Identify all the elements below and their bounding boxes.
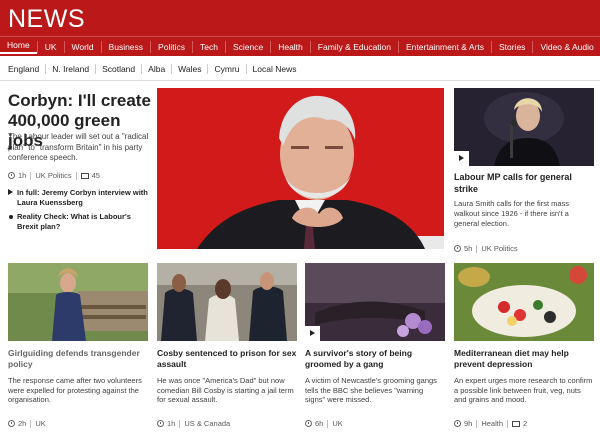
- region-scotland[interactable]: Scotland: [95, 63, 141, 74]
- nav-item-stories[interactable]: Stories: [490, 40, 532, 53]
- clock-icon: [8, 172, 15, 179]
- card-image-illustration: [157, 263, 297, 341]
- lead-time: 1h: [18, 171, 27, 180]
- play-icon: [8, 189, 13, 195]
- nav-item-video-audio[interactable]: Video & Audio: [532, 40, 600, 53]
- card-headline[interactable]: Cosby sentenced to prison for sex assaul…: [157, 348, 297, 370]
- card-time: 6h: [315, 419, 324, 428]
- lead-summary: The Labour leader will set out a "radica…: [8, 132, 149, 162]
- nav-item-uk[interactable]: UK: [36, 40, 64, 53]
- card-comment-count[interactable]: 2: [523, 419, 527, 428]
- card-section-link[interactable]: Health: [481, 419, 503, 428]
- play-icon[interactable]: [454, 151, 469, 166]
- card-summary: The response came after two volunteers w…: [8, 376, 142, 404]
- card-image-illustration: [8, 263, 148, 341]
- region-england[interactable]: England: [0, 64, 45, 74]
- lead-section-link[interactable]: UK Politics: [35, 171, 71, 180]
- card-image-girlguiding[interactable]: [8, 263, 148, 341]
- card-time: 1h: [167, 419, 176, 428]
- comment-icon: [512, 420, 521, 427]
- play-icon[interactable]: [305, 326, 320, 341]
- nav-item-health[interactable]: Health: [270, 40, 310, 53]
- card-meta: 2h UK: [8, 419, 46, 428]
- related-link-interview[interactable]: In full: Jeremy Corbyn interview with La…: [8, 188, 154, 208]
- region-cymru[interactable]: Cymru: [207, 63, 245, 74]
- side-image-illustration: [454, 88, 594, 166]
- card-headline[interactable]: A survivor's story of being groomed by a…: [305, 348, 445, 370]
- side-story-image[interactable]: [454, 88, 594, 166]
- side-summary: Laura Smith calls for the first mass wal…: [454, 199, 570, 228]
- comment-icon: [80, 172, 89, 179]
- meta-divider: [75, 171, 77, 180]
- nav-item-politics[interactable]: Politics: [150, 40, 192, 53]
- clock-icon: [454, 420, 461, 427]
- card-section-link[interactable]: UK: [332, 419, 342, 428]
- clock-icon: [454, 245, 461, 252]
- card-meta: 9h Health 2: [454, 419, 527, 428]
- region-wales[interactable]: Wales: [171, 63, 207, 74]
- lead-meta: 1h UK Politics 45: [8, 171, 100, 180]
- card-section-link[interactable]: US & Canada: [184, 419, 230, 428]
- card-image-cosby[interactable]: [157, 263, 297, 341]
- nav-item-tech[interactable]: Tech: [191, 40, 225, 53]
- related-link-label: In full: Jeremy Corbyn interview with La…: [17, 188, 148, 207]
- nav-item-family-education[interactable]: Family & Education: [309, 40, 398, 53]
- card-section-link[interactable]: UK: [35, 419, 45, 428]
- clock-icon: [305, 420, 312, 427]
- nav-item-science[interactable]: Science: [224, 40, 270, 53]
- main-nav: Home UK World Business Politics Tech Sci…: [0, 36, 600, 56]
- lead-comment-count[interactable]: 45: [92, 171, 100, 180]
- region-local-news[interactable]: Local News: [245, 63, 303, 74]
- lead-image-illustration: [157, 88, 444, 249]
- nav-item-world[interactable]: World: [63, 40, 101, 53]
- card-image-illustration: [305, 263, 445, 341]
- card-image-diet[interactable]: [454, 263, 594, 341]
- nav-item-home[interactable]: Home: [0, 39, 37, 54]
- card-headline[interactable]: Girlguiding defends transgender policy: [8, 348, 148, 370]
- card-time: 2h: [18, 419, 27, 428]
- bullet-icon: [9, 215, 13, 219]
- related-link-reality-check[interactable]: Reality Check: What is Labour's Brexit p…: [8, 212, 154, 232]
- nav-item-entertainment-arts[interactable]: Entertainment & Arts: [398, 40, 491, 53]
- card-meta: 1h US & Canada: [157, 419, 230, 428]
- card-meta: 6h UK: [305, 419, 343, 428]
- meta-divider: [30, 171, 32, 180]
- side-headline[interactable]: Labour MP calls for general strike: [454, 172, 594, 195]
- card-time: 9h: [464, 419, 473, 428]
- clock-icon: [8, 420, 15, 427]
- card-summary: He was once "America's Dad" but now come…: [157, 376, 294, 404]
- region-n-ireland[interactable]: N. Ireland: [45, 63, 95, 74]
- side-time: 5h: [464, 244, 473, 253]
- card-headline[interactable]: Mediterranean diet may help prevent depr…: [454, 348, 594, 370]
- meta-divider: [30, 419, 32, 428]
- meta-divider: [476, 419, 478, 428]
- meta-divider: [327, 419, 329, 428]
- clock-icon: [157, 420, 164, 427]
- meta-divider: [179, 419, 181, 428]
- side-section-link[interactable]: UK Politics: [481, 244, 517, 253]
- related-link-label: Reality Check: What is Labour's Brexit p…: [17, 212, 131, 231]
- header-bar: NEWS: [0, 0, 600, 36]
- meta-divider: [476, 244, 478, 253]
- card-image-illustration: [454, 263, 594, 341]
- region-alba[interactable]: Alba: [141, 63, 171, 74]
- card-summary: A victim of Newcastle's grooming gangs t…: [305, 376, 437, 404]
- card-summary: An expert urges more research to confirm…: [454, 376, 593, 404]
- news-logo[interactable]: NEWS: [8, 5, 85, 34]
- card-image-survivor[interactable]: [305, 263, 445, 341]
- nav-item-business[interactable]: Business: [100, 40, 151, 53]
- meta-divider: [507, 419, 509, 428]
- lead-story-image[interactable]: [157, 88, 444, 249]
- region-nav: England N. Ireland Scotland Alba Wales C…: [0, 57, 600, 81]
- side-meta: 5h UK Politics: [454, 244, 518, 253]
